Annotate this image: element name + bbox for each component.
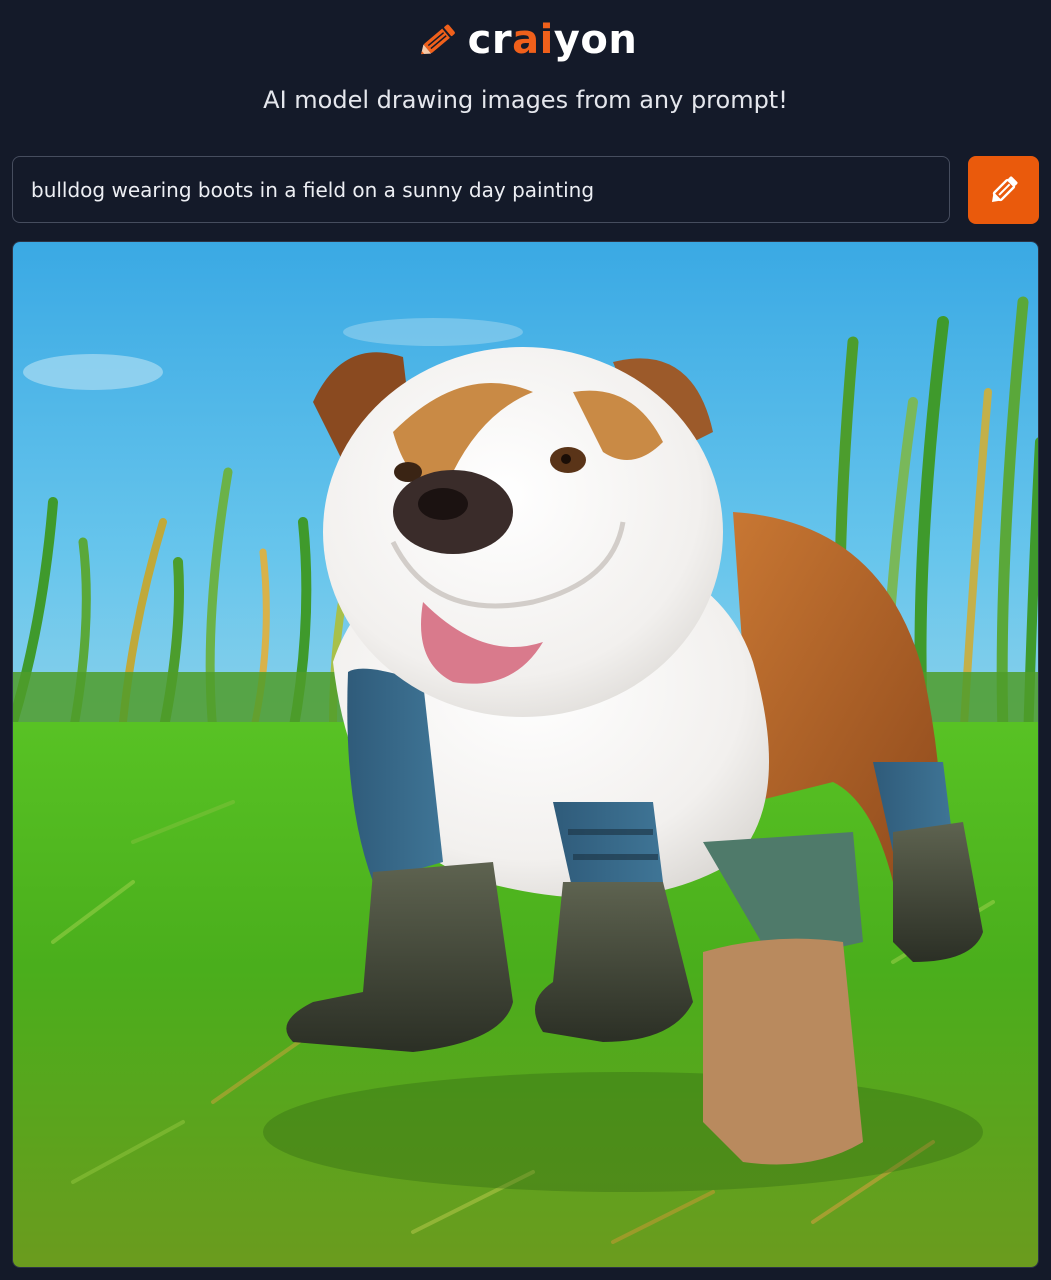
bulldog-painting: [13, 242, 1038, 1267]
logo-text-start: cr: [467, 17, 513, 63]
logo-text-accent: ai: [512, 17, 554, 63]
prompt-input[interactable]: [12, 156, 950, 223]
tagline: AI model drawing images from any prompt!: [263, 86, 788, 114]
pencil-icon: [991, 176, 1018, 203]
logo-wordmark: craiyon: [468, 17, 638, 63]
logo-text-end: yon: [553, 17, 638, 63]
header: craiyon: [0, 0, 1051, 80]
draw-button[interactable]: [968, 156, 1039, 224]
generated-image[interactable]: [12, 241, 1039, 1268]
pencil-icon: [420, 24, 455, 55]
logo[interactable]: craiyon: [414, 16, 638, 64]
